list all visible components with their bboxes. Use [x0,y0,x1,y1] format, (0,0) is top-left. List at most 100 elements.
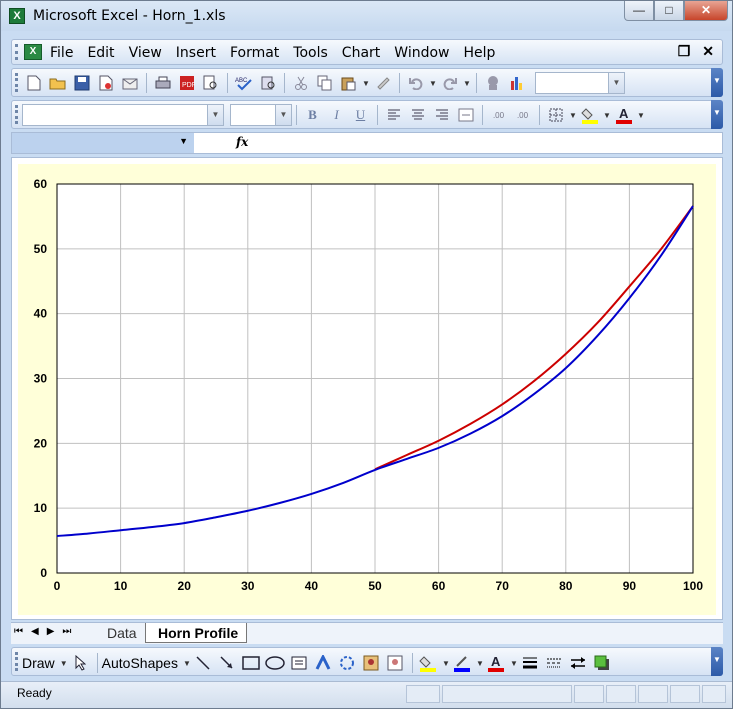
font-size-dropdown-arrow[interactable]: ▼ [275,105,291,125]
line-color-dropdown[interactable]: ▼ [475,659,485,668]
diagram-icon[interactable] [336,652,359,674]
zoom-combo[interactable]: ▼ [535,72,625,94]
toolbar-options-button[interactable]: ▼ [711,68,723,97]
fill-color-dropdown[interactable]: ▼ [602,111,612,120]
toolbar-grip[interactable] [15,73,18,92]
toolbar-grip[interactable] [15,652,18,671]
prev-sheet-button[interactable]: ◀ [31,626,39,637]
menu-help[interactable]: Help [463,45,495,61]
bold-button[interactable]: B [301,104,324,126]
borders-icon[interactable] [544,104,567,126]
arrow-tool-icon[interactable] [216,652,239,674]
toolbar-options-button[interactable]: ▼ [711,100,723,129]
font-name-dropdown-arrow[interactable]: ▼ [207,105,223,125]
toolbar-grip[interactable] [15,105,18,124]
research-icon[interactable] [199,72,222,94]
name-box[interactable]: ▼ [12,133,194,153]
close-button[interactable]: ✕ [684,1,728,21]
last-sheet-button[interactable]: ⏭ [62,626,71,637]
next-sheet-button[interactable]: ▶ [47,626,55,637]
toolbar-options-button[interactable]: ▼ [711,647,723,676]
autoshapes-dropdown[interactable]: ▼ [182,659,192,668]
menu-edit[interactable]: Edit [87,45,114,61]
draw-font-color-dropdown[interactable]: ▼ [509,659,519,668]
format-painter-icon[interactable] [371,72,394,94]
menu-view[interactable]: View [129,45,162,61]
draw-font-color-icon[interactable]: A [485,652,508,674]
menu-format[interactable]: Format [230,45,279,61]
mail-icon[interactable] [118,72,141,94]
research-book-icon[interactable] [256,72,279,94]
dash-style-icon[interactable] [543,652,566,674]
borders-dropdown[interactable]: ▼ [568,111,578,120]
textbox-tool-icon[interactable] [288,652,311,674]
draw-menu-button[interactable]: Draw [22,655,55,671]
undo-dropdown[interactable]: ▼ [428,79,438,88]
paste-icon[interactable] [337,72,360,94]
decrease-decimal-button[interactable]: .00 [511,104,534,126]
name-box-dropdown-arrow[interactable]: ▼ [179,136,188,146]
italic-button[interactable]: I [325,104,348,126]
rectangle-tool-icon[interactable] [240,652,263,674]
toolbar-grip[interactable] [15,44,18,60]
font-color-icon[interactable]: A [612,104,635,126]
menu-insert[interactable]: Insert [176,45,216,61]
font-name-combo[interactable]: ▼ [22,104,224,126]
print-preview-icon[interactable]: PDF [175,72,198,94]
oval-tool-icon[interactable] [264,652,287,674]
paste-options-dropdown[interactable]: ▼ [361,79,371,88]
draw-fill-color-icon[interactable] [417,652,440,674]
print-icon[interactable] [151,72,174,94]
fill-color-icon[interactable] [578,104,601,126]
align-center-icon[interactable] [406,104,429,126]
minimize-button[interactable]: — [624,1,654,21]
autoshapes-button[interactable]: AutoShapes [102,655,178,671]
open-icon[interactable] [46,72,69,94]
line-tool-icon[interactable] [192,652,215,674]
draw-menu-dropdown[interactable]: ▼ [59,659,69,668]
menu-window[interactable]: Window [394,45,449,61]
workbook-close-button[interactable]: ✕ [702,43,714,60]
increase-decimal-button[interactable]: .00 [487,104,510,126]
draw-fill-color-dropdown[interactable]: ▼ [441,659,451,668]
arrow-style-icon[interactable] [567,652,590,674]
save-icon[interactable] [70,72,93,94]
copy-icon[interactable] [313,72,336,94]
cut-icon[interactable] [289,72,312,94]
align-right-icon[interactable] [430,104,453,126]
redo-dropdown[interactable]: ▼ [462,79,472,88]
redo-icon[interactable] [438,72,461,94]
line-style-icon[interactable] [519,652,542,674]
font-color-dropdown[interactable]: ▼ [636,111,646,120]
sheet-tab-data[interactable]: Data [95,623,145,643]
formula-input[interactable] [254,133,722,153]
menu-tools[interactable]: Tools [293,45,328,61]
chart-wizard-icon[interactable] [505,72,528,94]
wordart-icon[interactable] [312,652,335,674]
first-sheet-button[interactable]: ⏮ [14,626,23,637]
new-icon[interactable] [22,72,45,94]
insert-function-button[interactable]: fx [236,135,248,149]
menu-file[interactable]: File [50,45,73,61]
select-objects-icon[interactable] [69,652,92,674]
merge-center-icon[interactable] [454,104,477,126]
link-icon[interactable] [481,72,504,94]
underline-button[interactable]: U [349,104,372,126]
clipart-icon[interactable] [360,652,383,674]
workbook-icon[interactable]: X [24,44,42,60]
spelling-icon[interactable]: ABC [232,72,255,94]
line-color-icon[interactable] [451,652,474,674]
maximize-button[interactable]: □ [654,1,684,21]
undo-icon[interactable] [404,72,427,94]
shadow-style-icon[interactable] [591,652,614,674]
zoom-dropdown-arrow[interactable]: ▼ [608,73,624,93]
permission-icon[interactable] [94,72,117,94]
font-size-combo[interactable]: ▼ [230,104,292,126]
sheet-tab-horn-profile[interactable]: Horn Profile [145,623,248,643]
picture-icon[interactable] [384,652,407,674]
workbook-restore-button[interactable]: ❐ [678,43,691,60]
menu-chart[interactable]: Chart [342,45,380,61]
excel-app-icon[interactable]: X [9,8,25,24]
chart-area[interactable]: 0 10 20 30 40 50 60 70 80 90 100 0 10 20 30 40 50 60 [18,164,716,615]
align-left-icon[interactable] [382,104,405,126]
